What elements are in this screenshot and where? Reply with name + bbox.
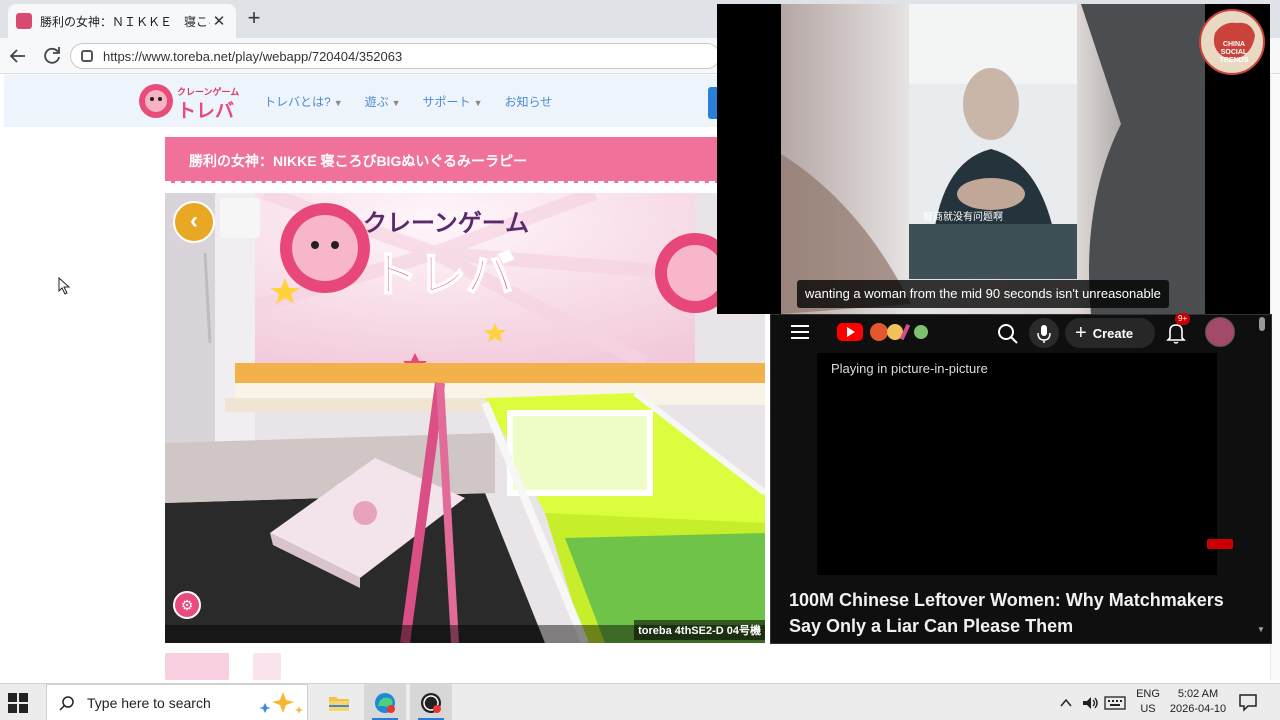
game-title-bar: 勝利の女神：NIKKE 寝ころびBIGぬいぐるみーラピー [165, 137, 725, 183]
search-icon [59, 695, 74, 711]
notification-count-badge: 9+ [1175, 313, 1191, 325]
nav-item-about[interactable]: トレバとは? ▼ [264, 93, 343, 110]
address-bar[interactable]: https://www.toreba.net/play/webapp/72040… [70, 43, 720, 69]
youtube-player[interactable]: Playing in picture-in-picture [817, 353, 1233, 575]
hamburger-menu-icon[interactable] [791, 325, 809, 339]
badge-text: CHINA SOCIAL TRENDS [1207, 41, 1261, 65]
nav-label: サポート [422, 95, 471, 109]
youtube-window: + Create 9+ Playing in picture-in-pictur… [770, 313, 1272, 644]
search-highlight-icon [259, 692, 303, 714]
toreba-logo[interactable]: クレーンゲーム トレバ [139, 80, 243, 122]
game-title: 勝利の女神：NIKKE 寝ころびBIGぬいぐるみーラピー [189, 153, 528, 169]
youtube-doodle[interactable] [867, 321, 937, 343]
system-clock[interactable]: 5:02 AM 2026-04-10 [1168, 687, 1228, 717]
chevron-down-icon: ▼ [391, 98, 401, 108]
plus-icon: + [1075, 321, 1087, 344]
chevron-down-icon: ▼ [333, 98, 343, 108]
youtube-masthead: + Create 9+ [771, 313, 1271, 351]
mouse-cursor-icon [58, 277, 71, 295]
crane-game-scene: クレーンゲーム トレバ [165, 193, 765, 643]
taskbar: Type here to search ENG US 5:02 AM 2026-… [0, 683, 1280, 720]
pip-window[interactable]: 智商就没有问题啊 wanting a woman from the mid 90… [717, 4, 1270, 314]
search-icon[interactable] [997, 323, 1019, 345]
camera-label: toreba 4thSE2-D 04号機 [634, 620, 765, 640]
microphone-icon [1037, 325, 1051, 343]
clock-time: 5:02 AM [1177, 688, 1219, 700]
pip-subtitle: wanting a woman from the mid 90 seconds … [797, 280, 1169, 308]
chevron-down-icon: ▼ [473, 98, 483, 108]
screen: 勝利の女神：ＮＩＫＫＥ 寝ころび ✕ + https://www.toreba.… [0, 0, 1280, 720]
voice-search-button[interactable] [1029, 318, 1059, 348]
create-button[interactable]: + Create [1065, 318, 1155, 348]
keyboard-icon[interactable] [1104, 696, 1126, 710]
nav-item-play[interactable]: 遊ぶ ▼ [365, 93, 401, 110]
lock-icon [81, 50, 93, 62]
logo-top-text: クレーンゲーム [177, 86, 239, 98]
browser-tab[interactable]: 勝利の女神：ＮＩＫＫＥ 寝ころび ✕ [8, 4, 236, 38]
action-center-icon[interactable] [1238, 692, 1258, 712]
pip-status-text: Playing in picture-in-picture [831, 361, 988, 376]
search-placeholder: Type here to search [87, 694, 211, 711]
obs-app[interactable] [410, 684, 452, 720]
language-code: ENG [1136, 688, 1160, 700]
keyboard-layout: US [1140, 703, 1156, 715]
reload-icon [44, 47, 60, 64]
create-label: Create [1092, 325, 1134, 341]
pip-inner-subtitle: 智商就没有问题啊 [923, 210, 1003, 223]
windows-start-icon[interactable] [8, 693, 28, 713]
reload-button[interactable] [40, 44, 64, 68]
site-favicon-icon [16, 13, 32, 29]
edge-browser-icon [375, 692, 395, 713]
youtube-scrollbar[interactable] [1259, 317, 1265, 331]
input-language[interactable]: ENG US [1134, 687, 1162, 717]
scroll-down-icon[interactable]: ▼ [1257, 625, 1265, 634]
site-nav: トレバとは? ▼ 遊ぶ ▼ サポート ▼ お知らせ [264, 93, 552, 110]
settings-gear-icon[interactable]: ⚙ [173, 591, 201, 619]
youtube-logo-icon[interactable] [837, 323, 863, 341]
logo-main-text: トレバ [177, 100, 234, 122]
recorder-icon [421, 692, 441, 713]
avatar[interactable] [1205, 317, 1235, 347]
nav-label: トレバとは? [264, 95, 331, 109]
nav-item-news[interactable]: お知らせ [504, 93, 552, 110]
url-text: https://www.toreba.net/play/webapp/72040… [103, 48, 403, 64]
clock-date: 2026-04-10 [1169, 703, 1227, 715]
channel-badge-logo: CHINA SOCIAL TRENDS [1199, 9, 1265, 75]
new-tab-button[interactable]: + [244, 7, 264, 30]
tab-title: 勝利の女神：ＮＩＫＫＥ 寝ころび [40, 14, 210, 29]
back-arrow-icon [9, 49, 25, 63]
back-nav-button[interactable]: ‹ [173, 201, 215, 243]
live-badge [1207, 539, 1233, 549]
nav-label: お知らせ [504, 95, 553, 109]
back-button[interactable] [6, 44, 30, 68]
edge-browser-app[interactable] [364, 684, 406, 720]
thumbnail-item[interactable] [165, 653, 229, 680]
taskbar-search-box[interactable]: Type here to search [46, 684, 308, 720]
badge-line1: CHINA [1222, 41, 1246, 48]
game-sign-main: トレバ [370, 247, 514, 303]
nav-item-support[interactable]: サポート ▼ [423, 93, 483, 110]
file-explorer-app[interactable] [318, 684, 360, 720]
close-tab-icon[interactable]: ✕ [210, 12, 228, 30]
video-title[interactable]: 100M Chinese Leftover Women: Why Matchma… [789, 587, 1239, 639]
volume-icon[interactable] [1081, 695, 1099, 711]
thumbnail-strip [165, 653, 281, 680]
badge-line2: SOCIAL TRENDS [1219, 49, 1249, 64]
folder-icon [329, 696, 349, 711]
nav-label: 遊ぶ [364, 95, 389, 109]
game-sign-top: クレーンゲーム [363, 209, 529, 237]
chevron-up-icon[interactable] [1060, 698, 1072, 708]
pip-video-frame: 智商就没有问题啊 [781, 4, 1205, 314]
crane-game-stream[interactable]: クレーンゲーム トレバ ‹ ⚙ toreba 4thSE2-D 04号機 [165, 193, 765, 643]
thumbnail-item[interactable] [253, 653, 281, 680]
